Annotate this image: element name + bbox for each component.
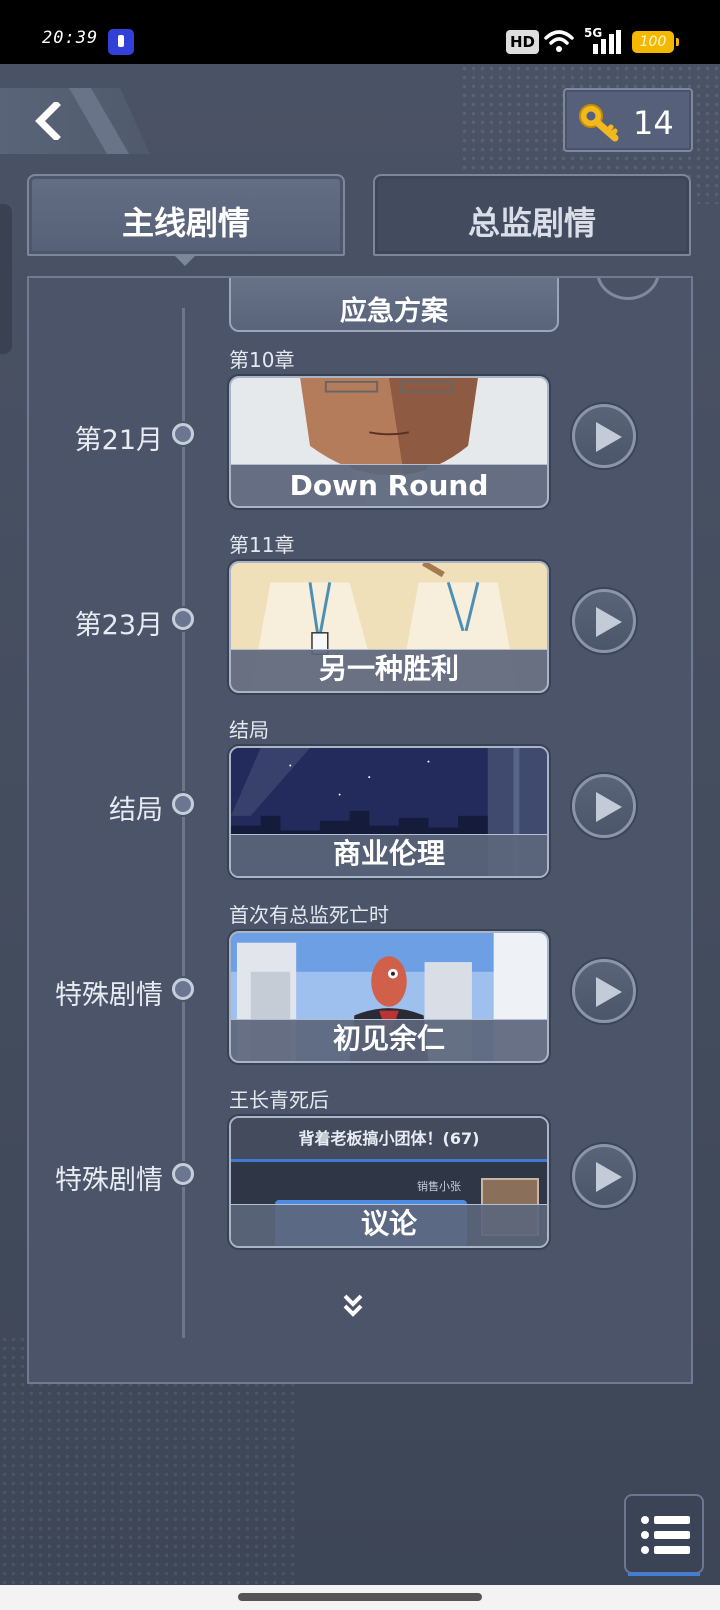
story-card[interactable]: 背着老板搞小团体！(67) 销售小张 议论: [229, 1116, 549, 1248]
month-label: 特殊剧情: [55, 1165, 163, 1196]
side-drawer-handle: [0, 204, 12, 354]
chapter-label: 第10章: [229, 348, 295, 372]
month-label: 结局: [109, 795, 163, 826]
tab-label: 总监剧情: [467, 204, 596, 242]
battery-icon: 100: [632, 31, 679, 53]
timeline-node: [172, 1163, 194, 1185]
double-chevron-down-icon[interactable]: [340, 1290, 366, 1320]
hd-icon: HD: [506, 30, 540, 54]
chevron-left-icon: [35, 102, 61, 140]
play-button[interactable]: [572, 589, 636, 653]
menu-button[interactable]: [624, 1494, 704, 1576]
play-button-partial[interactable]: [596, 278, 660, 300]
tab-director-story[interactable]: 总监剧情: [373, 174, 691, 256]
status-bar: 20:39 HD 5G 100: [0, 0, 720, 64]
card-title: 另一种胜利: [318, 652, 459, 685]
timeline-entry: 王长青死后 特殊剧情 背着老板搞小团体！(67) 销售小张 议论: [29, 1084, 691, 1274]
key-counter: 14: [563, 88, 693, 152]
status-time: 20:39: [42, 28, 99, 48]
chat-sender-name: 销售小张: [417, 1180, 461, 1193]
card-title: Down Round: [289, 469, 489, 502]
home-indicator[interactable]: [238, 1593, 482, 1601]
back-button[interactable]: [0, 88, 150, 154]
tab-label: 主线剧情: [121, 204, 250, 242]
list-menu-icon: [641, 1516, 690, 1554]
key-count: 14: [633, 104, 674, 142]
timeline-entry: 首次有总监死亡时 特殊剧情 初见余仁: [29, 899, 691, 1089]
app-screen: 14 主线剧情 总监剧情 应急方案 第10章 第21月 Down Round 第…: [0, 64, 720, 1585]
month-label: 第23月: [74, 610, 163, 641]
play-icon: [596, 792, 622, 822]
story-card-partial[interactable]: 应急方案: [229, 278, 559, 332]
card-title: 初见余仁: [332, 1022, 445, 1055]
play-button[interactable]: [572, 959, 636, 1023]
play-icon: [596, 977, 622, 1007]
play-button[interactable]: [572, 404, 636, 468]
tab-main-story[interactable]: 主线剧情: [27, 174, 345, 266]
chapter-label: 第11章: [229, 533, 295, 557]
timeline-node: [172, 423, 194, 445]
timeline-node: [172, 978, 194, 1000]
month-label: 特殊剧情: [55, 980, 163, 1011]
story-timeline-panel[interactable]: 应急方案 第10章 第21月 Down Round 第11章 第23月 另一种胜…: [27, 276, 693, 1384]
chat-group-name: 背着老板搞小团体！(67): [231, 1118, 547, 1162]
story-card[interactable]: 另一种胜利: [229, 561, 549, 693]
signal-icon: [593, 30, 621, 54]
flashlight-app-icon: [108, 29, 134, 55]
play-button[interactable]: [572, 774, 636, 838]
key-icon: [579, 104, 619, 142]
play-button[interactable]: [572, 1144, 636, 1208]
timeline-node: [172, 793, 194, 815]
play-icon: [596, 422, 622, 452]
story-card[interactable]: 初见余仁: [229, 931, 549, 1063]
wifi-icon: [544, 30, 574, 52]
card-title: 应急方案: [340, 296, 448, 327]
card-title: 议论: [360, 1207, 417, 1240]
timeline-entry: 第11章 第23月 另一种胜利: [29, 529, 691, 719]
system-nav-bar: [0, 1585, 720, 1610]
timeline-entry: 第10章 第21月 Down Round: [29, 344, 691, 534]
chapter-label: 结局: [229, 718, 269, 742]
play-icon: [596, 1162, 622, 1192]
decorative-stripe: [68, 88, 130, 154]
card-title: 商业伦理: [332, 837, 445, 870]
story-card[interactable]: 商业伦理: [229, 746, 549, 878]
chapter-label: 王长青死后: [229, 1088, 329, 1112]
story-card[interactable]: Down Round: [229, 376, 549, 508]
timeline-entry: 结局 结局 商业伦理: [29, 714, 691, 904]
chapter-label: 首次有总监死亡时: [229, 903, 389, 927]
month-label: 第21月: [74, 425, 163, 456]
play-icon: [596, 607, 622, 637]
timeline-node: [172, 608, 194, 630]
